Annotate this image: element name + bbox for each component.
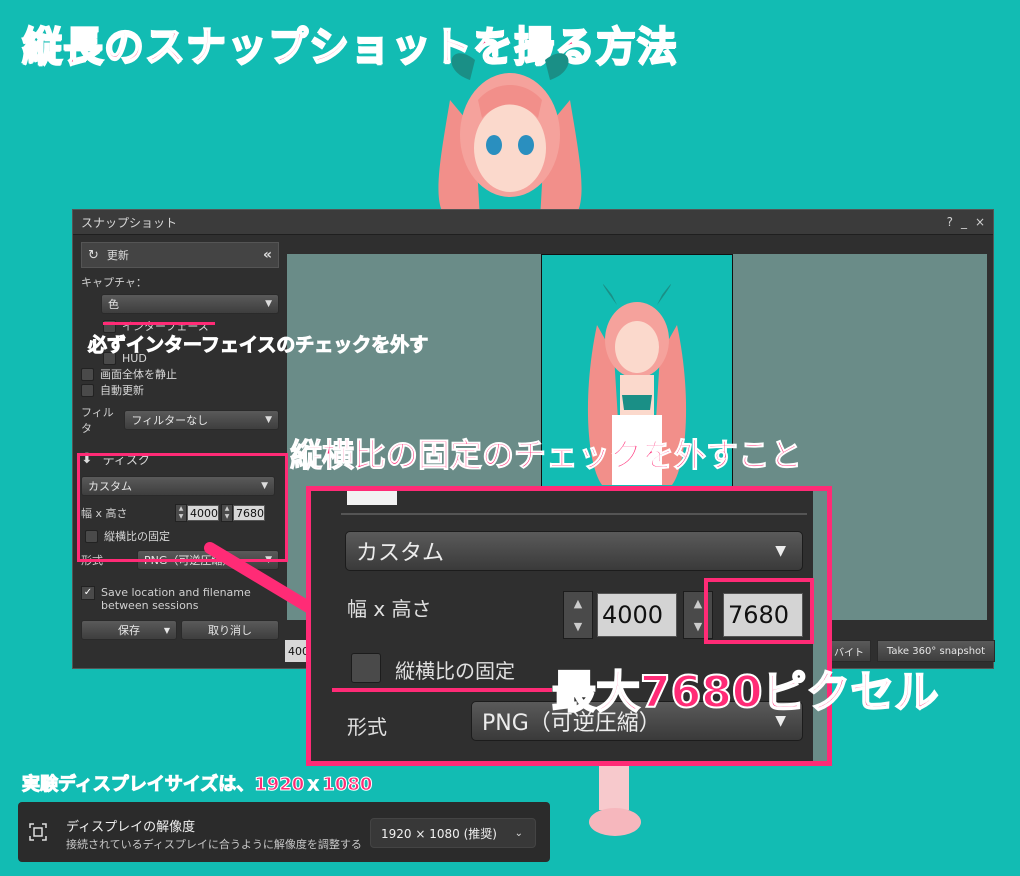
zoom-width-stepper[interactable]: ▲ ▼ <box>563 591 593 639</box>
close-button[interactable]: × <box>975 215 985 229</box>
capture-value: 色 <box>108 298 119 311</box>
zoom-lock-ratio-checkbox[interactable] <box>351 653 381 683</box>
resolution-dropdown[interactable]: 1920 × 1080 (推奨) ⌄ <box>370 818 536 848</box>
display-note: 実験ディスプレイサイズは、1920ｘ1080 <box>21 774 373 796</box>
zoom-lock-ratio-label: 縦横比の固定 <box>395 659 515 683</box>
resolution-title: ディスプレイの解像度 <box>66 820 196 835</box>
capture-label: キャプチャ： <box>81 276 147 289</box>
chevron-down-icon: ▼ <box>775 543 786 559</box>
zoom-white-fragment <box>347 491 397 505</box>
freeze-label: 画面全体を静止 <box>100 368 177 381</box>
max-underline <box>332 688 552 692</box>
window-title: スナップショット <box>81 215 178 230</box>
zoom-format-label: 形式 <box>347 715 387 739</box>
character-legs <box>589 760 641 836</box>
zoom-size-preset-value: カスタム <box>356 541 445 566</box>
minimize-button[interactable]: _ <box>961 215 967 229</box>
zoom-preview-edge <box>813 491 827 761</box>
save-button[interactable]: 保存 ▼ <box>81 620 177 640</box>
zoom-size-label: 幅 x 高さ <box>347 597 432 621</box>
freeze-checkbox[interactable]: 画面全体を静止 <box>81 366 279 382</box>
interface-underline <box>103 322 215 325</box>
zoom-top-strip <box>311 491 827 515</box>
ratio-note: 縦横比の固定のチェックを外すこと <box>289 436 803 475</box>
help-button[interactable]: ? <box>947 215 953 229</box>
filter-label: フィルタ <box>81 406 114 435</box>
chevron-down-icon: ⌄ <box>514 827 523 839</box>
checkbox-box <box>81 383 94 397</box>
display-resolution-setting: ディスプレイの解像度 接続されているディスプレイに合うように解像度を調整する 1… <box>18 802 550 862</box>
chevron-down-icon: ▼ <box>265 415 272 425</box>
resolution-value: 1920 × 1080 (推奨) <box>381 826 497 841</box>
check-icon: ✓ <box>81 586 95 600</box>
resolution-icon <box>29 823 47 841</box>
refresh-label: 更新 <box>106 249 129 262</box>
filter-value: フィルターなし <box>131 414 209 427</box>
chevron-down-icon: ▼ <box>265 299 272 309</box>
zoom-divider <box>341 513 807 515</box>
max-note: 最大7680ピクセル <box>551 666 939 719</box>
height-value-highlight <box>704 578 814 644</box>
refresh-button[interactable]: ↻ 更新 « <box>81 242 279 268</box>
filter-dropdown[interactable]: フィルターなし ▼ <box>124 410 279 430</box>
checkbox-box <box>81 367 94 381</box>
auto-refresh-label: 自動更新 <box>100 384 144 397</box>
refresh-icon: ↻ <box>88 247 99 263</box>
filter-row: フィルタ フィルターなし ▼ <box>81 404 279 436</box>
zoom-size-preset-dropdown[interactable]: カスタム ▼ <box>345 531 803 571</box>
auto-refresh-checkbox[interactable]: 自動更新 <box>81 382 279 398</box>
collapse-icon[interactable]: « <box>263 247 272 263</box>
character-illustration <box>438 53 582 220</box>
interface-note: 必ずインターフェイスのチェックを外す <box>87 334 429 357</box>
resolution-subtitle: 接続されているディスプレイに合うように解像度を調整する <box>66 838 362 851</box>
zoom-width-input[interactable]: 4000 <box>597 593 677 637</box>
save-label: 保存 <box>118 624 140 637</box>
window-titlebar: スナップショット ? _ × <box>73 210 993 235</box>
chevron-down-icon[interactable]: ▼ <box>164 626 170 635</box>
capture-dropdown[interactable]: 色 ▼ <box>101 294 279 314</box>
